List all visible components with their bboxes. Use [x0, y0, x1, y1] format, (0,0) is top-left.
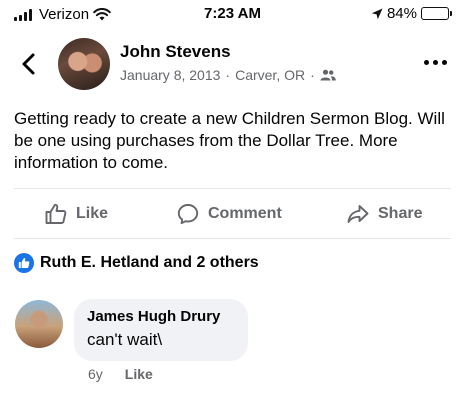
post-actions: Like Comment Share [0, 196, 465, 232]
like-label: Like [76, 205, 109, 222]
battery-icon [421, 7, 452, 20]
more-options-icon[interactable] [424, 60, 447, 65]
comment-age: 6y [88, 366, 103, 382]
commenter-avatar[interactable] [15, 300, 63, 348]
post-meta: January 8, 2013 · Carver, OR · [120, 67, 336, 83]
like-reaction-icon [14, 253, 34, 273]
share-button[interactable]: Share [346, 196, 422, 232]
status-right: 84% [371, 5, 452, 22]
back-chevron-icon[interactable] [18, 50, 42, 78]
author-avatar[interactable] [58, 38, 110, 90]
divider [14, 238, 451, 239]
post-text: Getting ready to create a new Children S… [14, 109, 445, 172]
share-arrow-icon [347, 205, 369, 223]
comment-bubble-icon [177, 204, 199, 225]
meta-separator: · [225, 67, 231, 83]
thumbs-up-icon [45, 203, 67, 224]
location-arrow-icon [371, 8, 383, 19]
commenter-name[interactable]: James Hugh Drury [87, 308, 235, 325]
reactions-summary[interactable]: Ruth E. Hetland and 2 others [14, 253, 259, 273]
comment-bubble[interactable]: James Hugh Drury can't wait\ [74, 299, 248, 361]
like-button[interactable]: Like [44, 196, 108, 232]
post-date[interactable]: January 8, 2013 [120, 67, 220, 83]
comment-meta: 6y Like [88, 366, 153, 382]
battery-percent: 84% [386, 5, 417, 22]
comment-text: can't wait\ [87, 330, 163, 349]
divider [14, 188, 451, 189]
comment-button[interactable]: Comment [176, 196, 282, 232]
comment-label: Comment [208, 205, 282, 222]
post-author-name[interactable]: John Stevens [120, 42, 231, 62]
meta-separator: · [310, 67, 315, 83]
reactions-text: Ruth E. Hetland and 2 others [40, 254, 259, 271]
status-bar: Verizon 7:23 AM 84% [0, 0, 465, 26]
comment-like-button[interactable]: Like [125, 366, 153, 382]
share-label: Share [378, 205, 423, 222]
post-location[interactable]: Carver, OR [235, 67, 305, 83]
friends-audience-icon[interactable] [320, 69, 336, 81]
